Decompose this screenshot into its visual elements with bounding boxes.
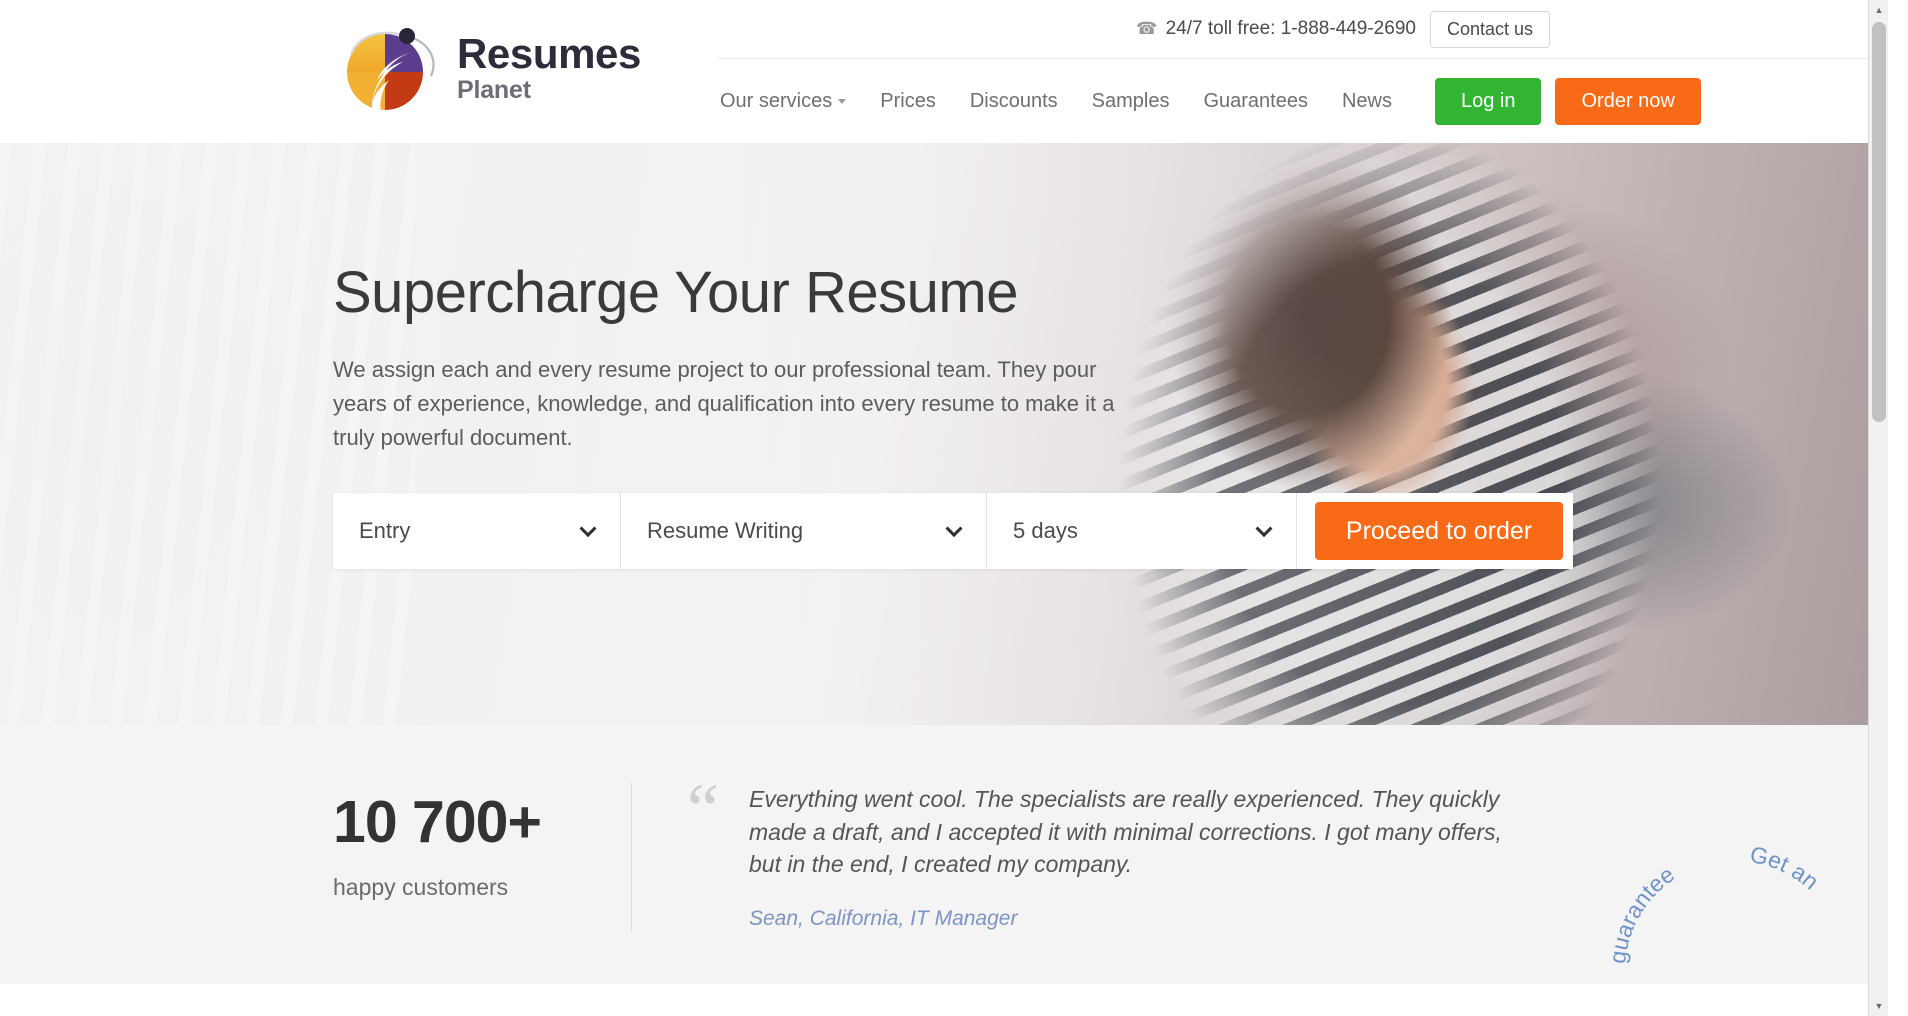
money-back-guarantee-badge[interactable]: guarantee Get an [1604, 841, 1860, 1016]
proceed-to-order-button[interactable]: Proceed to order [1315, 502, 1563, 561]
proceed-button-wrap: Proceed to order [1297, 493, 1573, 569]
chevron-down-icon [1255, 520, 1273, 538]
top-contact-bar: ☎ 24/7 toll free: 1-888-449-2690 Contact… [718, 0, 1888, 59]
hero-content: Supercharge Your Resume We assign each a… [0, 143, 1888, 455]
phone-icon: ☎ [1136, 19, 1158, 38]
bottom-strip [0, 984, 1888, 1016]
quote-mark-icon: “ [687, 769, 719, 849]
academic-level-value: Entry [359, 518, 411, 544]
header-buttons: Log in Order now [1434, 77, 1701, 125]
order-now-button[interactable]: Order now [1555, 77, 1701, 125]
deadline-value: 5 days [1013, 518, 1078, 544]
scrollbar-thumb[interactable] [1872, 22, 1886, 422]
chevron-down-icon [945, 520, 963, 538]
logo-subtitle: Planet [457, 76, 531, 104]
scroll-down-arrow-icon[interactable]: ▼ [1869, 996, 1888, 1016]
service-type-value: Resume Writing [647, 518, 804, 544]
hero-subtitle: We assign each and every resume project … [333, 356, 1115, 450]
nav-item-our-services[interactable]: Our services [720, 91, 863, 111]
main-nav: Our services Prices Discounts Samples Gu… [720, 91, 1409, 111]
stat-label: happy customers [333, 874, 509, 900]
site-header: Resumes Planet ☎ 24/7 toll free: 1-888-4… [0, 0, 1888, 143]
badge-text-right: Get an [1748, 841, 1824, 895]
nav-label-our-services: Our services [720, 90, 833, 112]
main-nav-row: Our services Prices Discounts Samples Gu… [718, 59, 1888, 143]
stats-inner: 10 700+ happy customers “ Everything wen… [0, 773, 1888, 931]
page-title: Supercharge Your Resume [333, 260, 1018, 325]
badge-text-left: guarantee [1604, 861, 1679, 965]
nav-item-news[interactable]: News [1325, 91, 1409, 111]
stat-number: 10 700+ [333, 789, 542, 855]
scroll-up-arrow-icon[interactable]: ▲ [1869, 0, 1888, 20]
chevron-down-icon [838, 99, 847, 105]
happy-customers-stat: 10 700+ happy customers [333, 783, 631, 901]
page-root: Resumes Planet ☎ 24/7 toll free: 1-888-4… [0, 0, 1888, 1016]
planet-feather-logo-icon [335, 14, 443, 122]
testimonial: “ Everything went cool. The specialists … [687, 773, 1527, 931]
testimonial-author[interactable]: Sean, California, IT Manager [749, 907, 1527, 931]
page-scrollbar[interactable]: ▲ ▼ [1868, 0, 1888, 1016]
order-form-bar: Entry Resume Writing 5 days Proceed to o… [333, 493, 1573, 570]
login-button[interactable]: Log in [1434, 77, 1542, 125]
testimonial-quote: Everything went cool. The specialists ar… [749, 786, 1502, 878]
nav-item-prices[interactable]: Prices [863, 91, 953, 111]
nav-item-discounts[interactable]: Discounts [953, 91, 1075, 111]
deadline-select[interactable]: 5 days [987, 493, 1297, 570]
stats-testimonial-section: 10 700+ happy customers “ Everything wen… [0, 725, 1888, 984]
phone-number-text: 24/7 toll free: 1-888-449-2690 [1165, 18, 1416, 39]
header-right: ☎ 24/7 toll free: 1-888-449-2690 Contact… [718, 0, 1888, 143]
contact-us-button[interactable]: Contact us [1429, 10, 1550, 48]
academic-level-select[interactable]: Entry [333, 493, 621, 570]
hero-section: Supercharge Your Resume We assign each a… [0, 143, 1888, 725]
vertical-divider [631, 783, 632, 931]
logo-text: Resumes Planet [457, 33, 641, 103]
logo[interactable]: Resumes Planet [335, 14, 641, 122]
nav-item-guarantees[interactable]: Guarantees [1186, 91, 1325, 111]
phone-block: ☎ 24/7 toll free: 1-888-449-2690 [1136, 18, 1416, 40]
chevron-down-icon [579, 520, 597, 538]
nav-item-samples[interactable]: Samples [1075, 91, 1187, 111]
logo-title: Resumes [457, 30, 641, 77]
service-type-select[interactable]: Resume Writing [621, 493, 987, 570]
